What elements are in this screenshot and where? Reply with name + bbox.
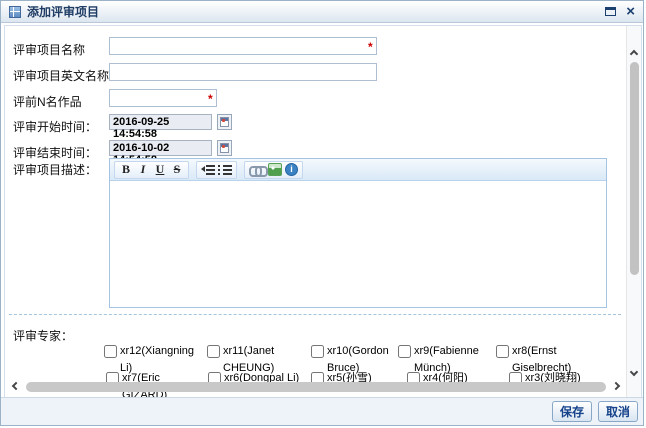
editor-toolbar: B I U S [110, 159, 606, 181]
project-description-label: 评审项目描述： [13, 161, 97, 178]
cancel-button[interactable]: 取消 [598, 401, 638, 422]
strikethrough-button[interactable]: S [170, 162, 184, 177]
expert-checkbox[interactable] [104, 345, 117, 358]
format-button-group: B I U S [114, 161, 189, 179]
outdent-icon[interactable] [201, 164, 215, 175]
scroll-left-icon[interactable] [12, 382, 20, 390]
maximize-icon[interactable] [605, 7, 616, 16]
grid-icon [9, 6, 21, 18]
top-n-works-input[interactable] [109, 89, 217, 107]
expert-checkbox[interactable] [207, 345, 220, 358]
dialog-content: 评审项目名称 * 评审项目英文名称 评前N名作品 * 评审开始时间： 2016-… [4, 25, 642, 398]
top-n-works-label: 评前N名作品 [13, 93, 82, 110]
project-name-label: 评审项目名称 [13, 41, 85, 58]
close-icon[interactable]: × [626, 5, 635, 19]
review-start-time-value[interactable]: 2016-09-25 14:54:58 [109, 114, 212, 130]
calendar-icon[interactable] [217, 114, 232, 130]
required-marker: * [208, 92, 213, 106]
vertical-scrollbar-thumb[interactable] [630, 62, 639, 275]
review-end-time-label: 评审结束时间： [13, 144, 97, 161]
expert-checkbox[interactable] [496, 345, 509, 358]
window-controls: × [605, 5, 635, 19]
section-divider [9, 314, 621, 315]
image-icon[interactable] [268, 163, 282, 176]
insert-button-group [244, 161, 303, 179]
info-icon[interactable] [285, 163, 298, 176]
dialog-titlebar: 添加评审项目 × [1, 1, 643, 23]
underline-button[interactable]: U [153, 162, 167, 177]
link-icon[interactable] [249, 165, 265, 175]
editor-text-area[interactable] [110, 181, 606, 307]
project-name-input[interactable] [109, 37, 377, 55]
scroll-down-icon[interactable] [630, 368, 638, 376]
dialog-title: 添加评审项目 [27, 3, 99, 20]
list-button-group [196, 161, 237, 179]
project-name-en-label: 评审项目英文名称 [13, 67, 109, 84]
vertical-scrollbar[interactable] [626, 26, 641, 397]
italic-button[interactable]: I [136, 162, 150, 177]
expert-checkbox[interactable] [311, 345, 324, 358]
review-end-time-value[interactable]: 2016-10-02 14:54:58 [109, 140, 212, 156]
project-name-en-input[interactable] [109, 63, 377, 81]
required-marker: * [368, 40, 373, 54]
dialog-footer: 保存 取消 [1, 397, 643, 425]
horizontal-scrollbar[interactable] [5, 378, 625, 394]
bold-button[interactable]: B [119, 162, 133, 177]
review-experts-label: 评审专家： [13, 327, 73, 344]
list-icon[interactable] [218, 164, 232, 175]
review-start-time-label: 评审开始时间： [13, 118, 97, 135]
expert-checkbox[interactable] [398, 345, 411, 358]
save-button[interactable]: 保存 [552, 401, 592, 422]
add-review-project-dialog: 添加评审项目 × 评审项目名称 * 评审项目英文名称 评前N名作品 * 评审开始… [0, 0, 644, 426]
scroll-up-icon[interactable] [630, 50, 638, 58]
rich-text-editor: B I U S [109, 158, 607, 308]
scroll-right-icon[interactable] [612, 382, 620, 390]
calendar-icon[interactable] [217, 140, 232, 156]
horizontal-scrollbar-thumb[interactable] [26, 382, 606, 392]
